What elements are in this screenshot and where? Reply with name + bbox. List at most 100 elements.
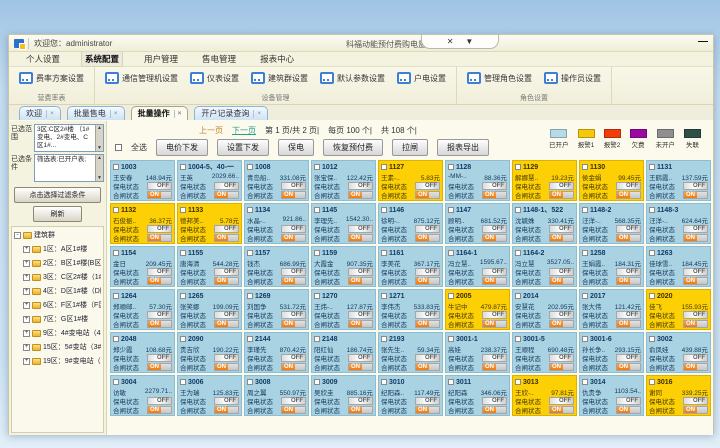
switch-status-toggle[interactable]: ON — [348, 234, 373, 242]
expand-icon[interactable]: + — [23, 344, 30, 351]
supply-status-toggle[interactable]: OFF — [348, 354, 373, 362]
switch-status-toggle[interactable]: ON — [147, 191, 172, 199]
room-card[interactable]: 1164-1 冯立慧.. 1595.67.. 保电状态 OFF 合闸状态 — [445, 246, 510, 287]
supply-status-toggle[interactable]: OFF — [549, 311, 574, 319]
supply-status-toggle[interactable]: OFF — [281, 354, 306, 362]
default-params-settings-button[interactable]: 默认参数设置 — [318, 71, 387, 85]
toolbar-button[interactable]: 恢复预付费 — [323, 139, 383, 156]
room-checkbox[interactable] — [113, 164, 119, 170]
supply-status-toggle[interactable]: OFF — [214, 268, 239, 276]
menu-user-management[interactable]: 用户管理 — [141, 52, 181, 66]
room-checkbox[interactable] — [515, 207, 521, 213]
room-card[interactable]: 3004 访敏 2279.71.. 保电状态 OFF 合闸状态 — [110, 375, 175, 416]
room-checkbox[interactable] — [180, 164, 186, 170]
supply-status-toggle[interactable]: OFF — [683, 268, 708, 276]
switch-status-toggle[interactable]: ON — [616, 406, 641, 414]
supply-status-toggle[interactable]: OFF — [281, 311, 306, 319]
room-card[interactable]: 3001-1 高娃 238.37元 保电状态 OFF 合闸状态 — [445, 332, 510, 373]
tab-close-icon[interactable]: × — [46, 110, 54, 118]
room-card[interactable]: 1269 刘国争 531.72元 保电状态 OFF 合闸状态 — [244, 289, 309, 330]
room-checkbox[interactable] — [649, 293, 655, 299]
comm-manager-settings-button[interactable]: 通信管理机设置 — [103, 71, 180, 85]
tree-item[interactable]: + 6区：F区1#楼（F区... — [14, 300, 101, 310]
switch-status-toggle[interactable]: ON — [549, 406, 574, 414]
switch-status-toggle[interactable]: ON — [214, 406, 239, 414]
supply-status-toggle[interactable]: OFF — [415, 225, 440, 233]
room-card[interactable]: 1130 侯金娟 99.45元 保电状态 OFF 合闸状态 — [579, 160, 644, 201]
toolbar-button[interactable]: 报表导出 — [437, 139, 489, 156]
rate-plan-settings-button[interactable]: 费率方案设置 — [17, 71, 86, 85]
supply-status-toggle[interactable]: OFF — [683, 311, 708, 319]
collapse-icon[interactable]: - — [14, 232, 21, 239]
room-checkbox[interactable] — [314, 164, 320, 170]
expand-icon[interactable]: + — [23, 302, 30, 309]
room-checkbox[interactable] — [113, 207, 119, 213]
switch-status-toggle[interactable]: ON — [683, 320, 708, 328]
switch-status-toggle[interactable]: ON — [214, 363, 239, 371]
room-card[interactable]: 3001-6 孙长争.. 293.15元 保电状态 OFF 合闸状态 — [579, 332, 644, 373]
room-checkbox[interactable] — [180, 250, 186, 256]
toolbar-button[interactable]: 拉闸 — [392, 139, 428, 156]
tree-item[interactable]: + 19区：9#变电站（... — [14, 356, 101, 366]
chevron-down-icon[interactable]: ▼ — [465, 37, 473, 46]
switch-status-toggle[interactable]: ON — [683, 191, 708, 199]
next-page-link[interactable]: 下一页 — [232, 125, 256, 136]
room-checkbox[interactable] — [582, 293, 588, 299]
room-card[interactable]: 2048 郑少霞 108.68元 保电状态 OFF 合闸状态 — [110, 332, 175, 373]
listbox-scrollbar[interactable]: ▲ ▼ — [95, 125, 103, 151]
supply-status-toggle[interactable]: OFF — [214, 182, 239, 190]
room-card[interactable]: 1159 大霞金 907.35元 保电状态 OFF 合闸状态 — [311, 246, 376, 287]
switch-status-toggle[interactable]: ON — [415, 191, 440, 199]
supply-status-toggle[interactable]: OFF — [281, 225, 306, 233]
toolbar-button[interactable]: 保电 — [278, 139, 314, 156]
room-card[interactable]: 1148-1、522 沈毓姝 330.41元 保电状态 OFF 合闸状态 — [512, 203, 577, 244]
supply-status-toggle[interactable]: OFF — [549, 354, 574, 362]
switch-status-toggle[interactable]: ON — [348, 191, 373, 199]
expand-icon[interactable]: + — [23, 358, 30, 365]
supply-status-toggle[interactable]: OFF — [214, 354, 239, 362]
switch-status-toggle[interactable]: ON — [415, 277, 440, 285]
supply-status-toggle[interactable]: OFF — [482, 268, 507, 276]
tree-item[interactable]: + 4区：D区1#楼（D区... — [14, 286, 101, 296]
supply-status-toggle[interactable]: OFF — [482, 225, 507, 233]
supply-status-toggle[interactable]: OFF — [147, 268, 172, 276]
switch-status-toggle[interactable]: ON — [683, 363, 708, 371]
room-card[interactable]: 1134 水晶-.. 921.86.. 保电状态 OFF 合闸状态 — [244, 203, 309, 244]
household-power-settings-button[interactable]: 户电设置 — [395, 71, 448, 85]
supply-status-toggle[interactable]: OFF — [415, 311, 440, 319]
room-checkbox[interactable] — [314, 379, 320, 385]
tab-close-icon[interactable]: × — [174, 110, 182, 118]
supply-status-toggle[interactable]: OFF — [616, 354, 641, 362]
supply-status-toggle[interactable]: OFF — [616, 182, 641, 190]
room-checkbox[interactable] — [582, 379, 588, 385]
switch-status-toggle[interactable]: ON — [683, 406, 708, 414]
tab-close-icon[interactable]: × — [110, 110, 118, 118]
room-card[interactable]: 2193 张先生.. 59.34元 保电状态 OFF 合闸状态 — [378, 332, 443, 373]
choose-filter-button[interactable]: 点击选择过滤条件 — [14, 187, 101, 203]
expand-icon[interactable]: + — [23, 330, 30, 337]
room-checkbox[interactable] — [247, 164, 253, 170]
supply-status-toggle[interactable]: OFF — [683, 354, 708, 362]
room-card[interactable]: 1258 王娟霞.. 184.31元 保电状态 OFF 合闸状态 — [579, 246, 644, 287]
switch-status-toggle[interactable]: ON — [616, 191, 641, 199]
switch-status-toggle[interactable]: ON — [281, 320, 306, 328]
room-card[interactable]: 1008 青岛船.. 331.08元 保电状态 OFF 合闸状态 — [244, 160, 309, 201]
supply-status-toggle[interactable]: OFF — [482, 397, 507, 405]
expand-icon[interactable]: + — [23, 316, 30, 323]
supply-status-toggle[interactable]: OFF — [147, 311, 172, 319]
menu-personal-settings[interactable]: 个人设置 — [23, 52, 63, 66]
room-checkbox[interactable] — [314, 207, 320, 213]
room-checkbox[interactable] — [381, 207, 387, 213]
switch-status-toggle[interactable]: ON — [415, 234, 440, 242]
room-checkbox[interactable] — [448, 379, 454, 385]
supply-status-toggle[interactable]: OFF — [482, 354, 507, 362]
switch-status-toggle[interactable]: ON — [549, 363, 574, 371]
switch-status-toggle[interactable]: ON — [616, 234, 641, 242]
switch-status-toggle[interactable]: ON — [348, 363, 373, 371]
room-checkbox[interactable] — [381, 250, 387, 256]
expand-icon[interactable]: + — [23, 260, 30, 267]
room-card[interactable]: 3010 纪阳森.. 117.49元 保电状态 OFF 合闸状态 — [378, 375, 443, 416]
room-checkbox[interactable] — [113, 293, 119, 299]
room-checkbox[interactable] — [247, 379, 253, 385]
room-checkbox[interactable] — [247, 336, 253, 342]
